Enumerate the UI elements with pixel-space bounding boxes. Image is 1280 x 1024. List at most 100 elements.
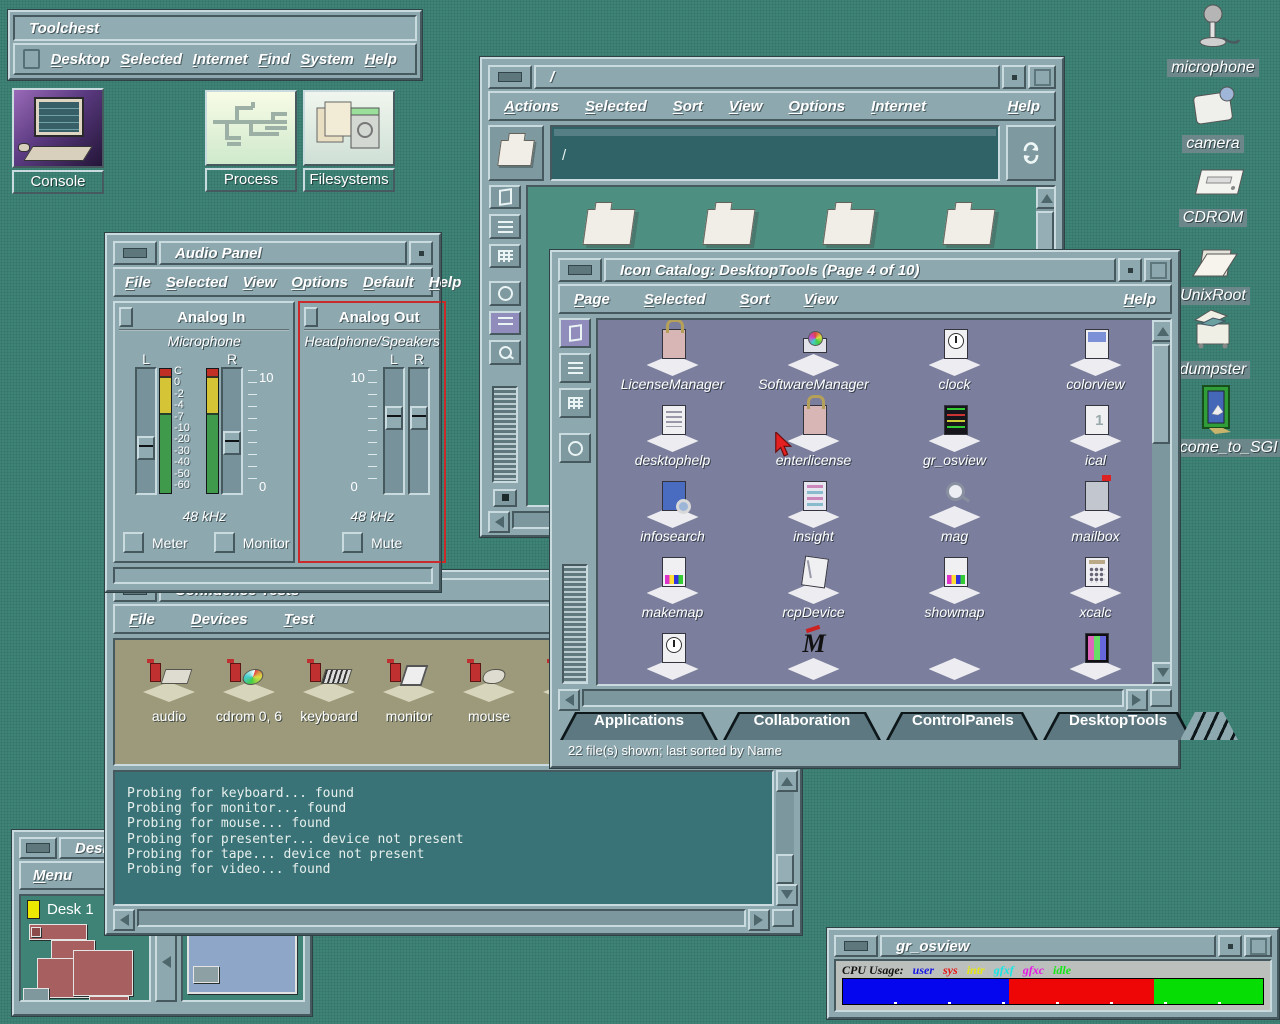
tab-applications[interactable]: Applications [560, 712, 718, 740]
monitor-checkbox-row[interactable]: Monitor [214, 532, 290, 553]
minimize-button[interactable] [558, 258, 602, 282]
camera-item[interactable]: camera [1158, 82, 1268, 153]
menu-devices[interactable]: Devices [191, 611, 248, 628]
mute-checkbox[interactable] [342, 532, 363, 553]
catalog-item[interactable] [743, 630, 884, 686]
menu-file[interactable]: File [129, 611, 155, 628]
maximize-button[interactable] [1244, 935, 1272, 957]
catalog-item[interactable]: insight [743, 478, 884, 554]
tab-controlpanels[interactable]: ControlPanels [886, 712, 1038, 740]
gr-osview-window[interactable]: gr_osview CPU Usage: user sys intr gfxf … [827, 928, 1279, 1019]
audio-panel-window[interactable]: Audio Panel File Selected View Options D… [105, 233, 441, 592]
menu-default[interactable]: Default [363, 274, 414, 291]
panel-collapse-tab[interactable] [304, 307, 318, 327]
catalog-item[interactable]: showmap [884, 554, 1025, 630]
meter-checkbox[interactable] [123, 532, 144, 553]
catalog-item[interactable]: rcpDevice [743, 554, 884, 630]
menu-selected[interactable]: Selected [585, 98, 647, 115]
test-console[interactable]: Probing for keyboard... found Probing fo… [113, 770, 774, 906]
catalog-item[interactable]: ical [1025, 402, 1166, 478]
scroll-right-arrow[interactable] [1126, 689, 1148, 711]
scroll-left-arrow[interactable] [488, 511, 510, 533]
scroll-thumb[interactable] [1152, 344, 1170, 444]
scroll-up-arrow[interactable] [1036, 187, 1056, 209]
menu-selected[interactable]: Selected [166, 274, 228, 291]
window-menu-button[interactable] [1218, 935, 1242, 957]
catalog-item[interactable]: mag [884, 478, 1025, 554]
cdrom-item[interactable]: CDROM [1158, 164, 1268, 227]
tab-desktoptools-active[interactable]: DesktopTools [1043, 712, 1193, 740]
minimize-button[interactable] [113, 241, 157, 265]
menu-internet[interactable]: Internet [193, 51, 248, 68]
process-launcher[interactable]: Process [205, 90, 297, 192]
menu-options[interactable]: Options [788, 98, 845, 115]
scroll-thumbwheel[interactable] [492, 386, 518, 483]
detail-view-button[interactable] [489, 244, 521, 268]
window-menu-button[interactable] [1118, 258, 1142, 282]
tab-collaboration[interactable]: Collaboration [723, 712, 881, 740]
catalog-item[interactable]: clock [884, 326, 1025, 402]
minimize-button[interactable] [834, 935, 878, 957]
catalog-item[interactable]: mailbox [1025, 478, 1166, 554]
catalog-item[interactable]: enterlicense [743, 402, 884, 478]
menu-sort[interactable]: Sort [673, 98, 703, 115]
input-left-slider[interactable] [135, 367, 157, 495]
analog-out-panel[interactable]: Analog Out Headphone/Speakers 10 0 L R 4… [298, 301, 445, 563]
catalog-content[interactable]: LicenseManager SoftwareManager clock col… [596, 318, 1172, 686]
catalog-item[interactable]: infosearch [602, 478, 743, 554]
home-scroll-button[interactable] [493, 489, 517, 507]
path-field[interactable]: / [550, 125, 1000, 181]
device-item[interactable]: mouse [449, 656, 529, 724]
maximize-button[interactable] [1144, 258, 1172, 282]
menu-help[interactable]: Help [1123, 291, 1156, 308]
menu-sort[interactable]: Sort [740, 291, 770, 308]
mute-checkbox-row[interactable]: Mute [342, 532, 402, 553]
menu-system[interactable]: System [301, 51, 354, 68]
menu-view[interactable]: View [729, 98, 763, 115]
meter-checkbox-row[interactable]: Meter [123, 532, 188, 553]
window-menu-button[interactable] [409, 241, 433, 265]
menu-help[interactable]: Help [429, 274, 462, 291]
menu-view[interactable]: View [243, 274, 277, 291]
icon-view-button[interactable] [489, 185, 521, 209]
people-view-button[interactable] [559, 433, 591, 463]
device-item[interactable]: audio [129, 656, 209, 724]
menu-selected[interactable]: Selected [644, 291, 706, 308]
menu-selected[interactable]: Selected [120, 51, 182, 68]
current-folder-button[interactable] [488, 125, 544, 181]
menu-help[interactable]: Help [1007, 98, 1040, 115]
menu-internet[interactable]: Internet [871, 98, 926, 115]
list-view-button[interactable] [559, 353, 591, 383]
toolchest-window[interactable]: Toolchest Desktop Selected Internet Find… [8, 10, 422, 80]
console-vscrollbar[interactable] [776, 770, 794, 906]
scroll-right-arrow[interactable] [748, 909, 770, 931]
minimize-button[interactable] [19, 837, 57, 859]
analog-in-panel[interactable]: Analog In Microphone L C 0 -2 -4 -7 -10 … [113, 301, 295, 563]
microphone-item[interactable]: microphone [1158, 4, 1268, 77]
catalog-item[interactable]: LicenseManager [602, 326, 743, 402]
catalog-item[interactable]: SoftwareManager [743, 326, 884, 402]
menu-help[interactable]: Help [364, 51, 397, 68]
people-view-button[interactable] [489, 281, 521, 305]
catalog-item[interactable]: makemap [602, 554, 743, 630]
icon-view-button[interactable] [559, 318, 591, 348]
menu-options[interactable]: Options [291, 274, 348, 291]
device-item[interactable]: keyboard [289, 656, 369, 724]
list-view-button[interactable] [489, 214, 521, 238]
menu-find[interactable]: Find [258, 51, 290, 68]
menu-desktop[interactable]: Desktop [51, 51, 110, 68]
refresh-button[interactable] [1006, 125, 1056, 181]
output-left-slider[interactable] [383, 367, 405, 495]
catalog-item[interactable] [884, 630, 1025, 686]
catalog-item[interactable] [602, 630, 743, 686]
filesystems-launcher[interactable]: Filesystems [303, 90, 395, 192]
device-item[interactable]: monitor [369, 656, 449, 724]
scroll-thumbwheel[interactable] [562, 564, 588, 684]
scroll-down-arrow[interactable] [776, 884, 798, 906]
console-hscrollbar[interactable] [113, 909, 794, 927]
catalog-item[interactable]: desktophelp [602, 402, 743, 478]
input-right-slider[interactable] [221, 367, 243, 495]
search-button[interactable] [489, 340, 521, 364]
device-item[interactable]: cdrom 0, 6 [209, 656, 289, 724]
scroll-up-arrow[interactable] [776, 770, 798, 792]
